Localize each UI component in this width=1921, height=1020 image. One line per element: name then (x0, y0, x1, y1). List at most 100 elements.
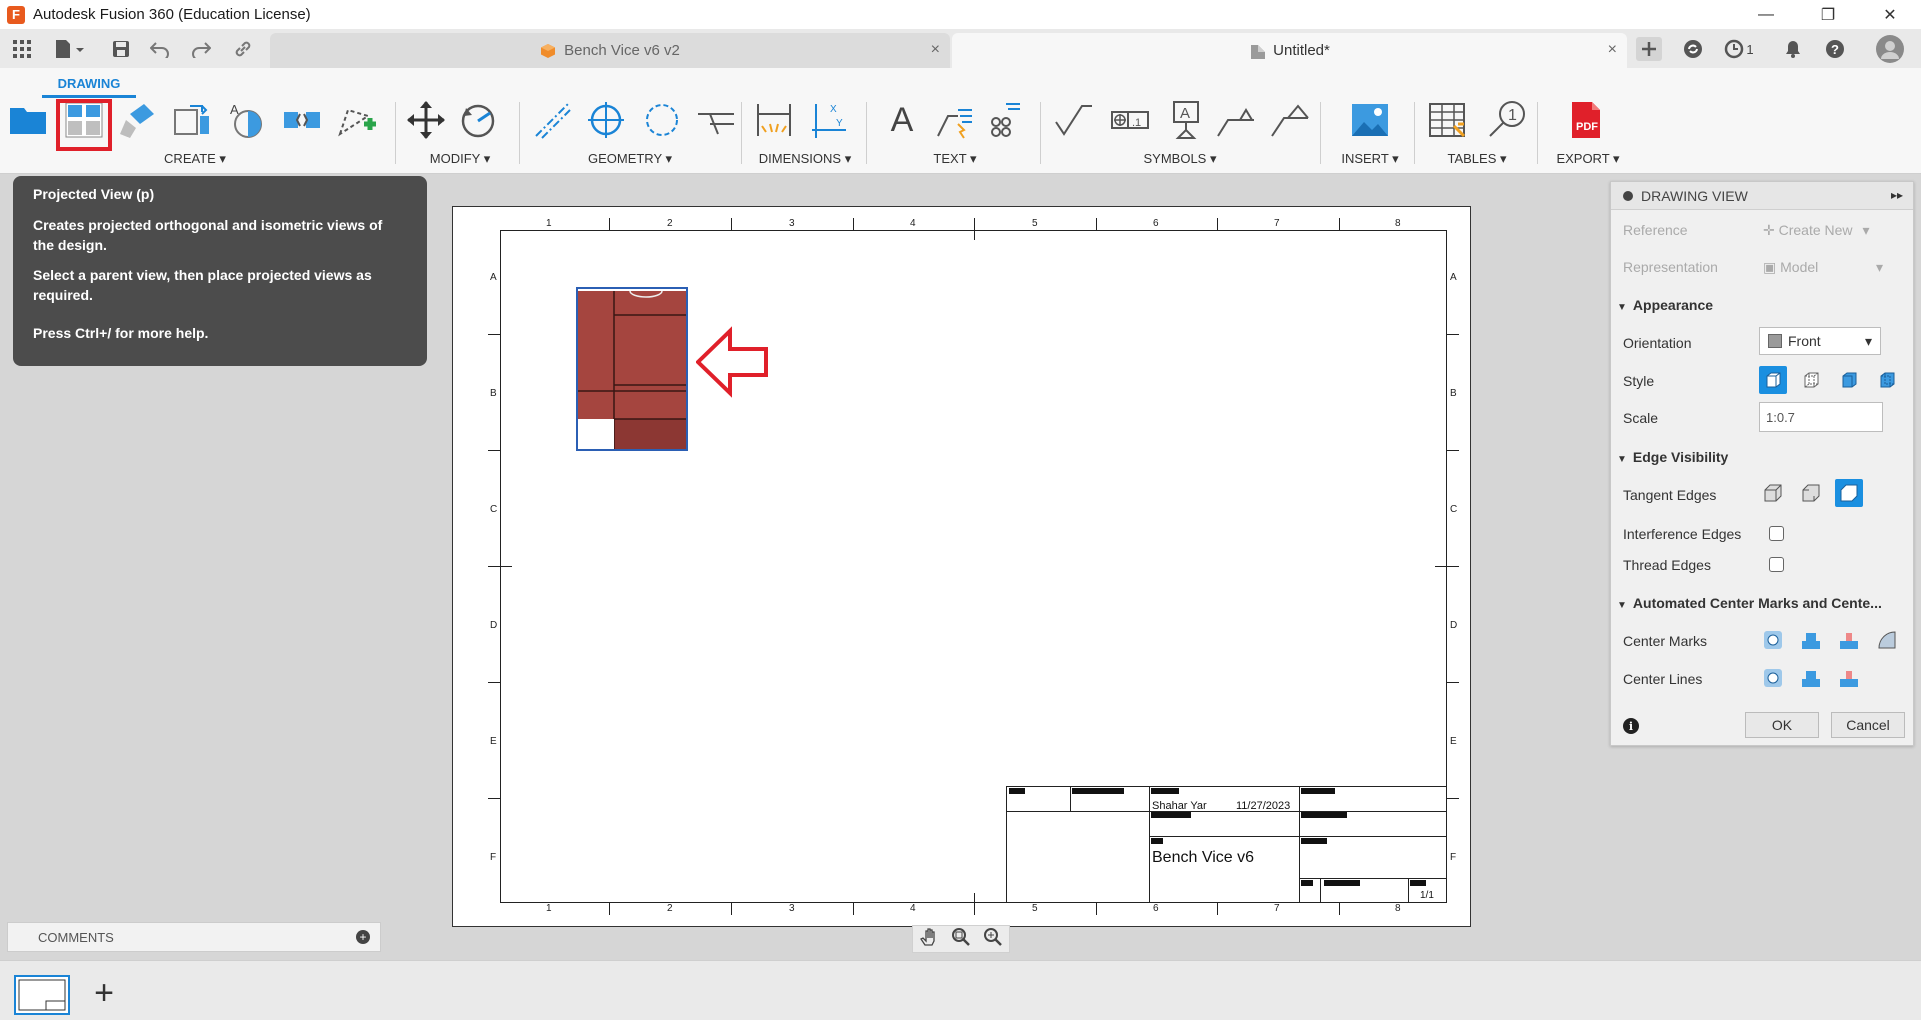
save-icon[interactable] (108, 36, 134, 62)
zone-row-label: E (490, 736, 497, 747)
dimension-tool-icon[interactable] (752, 98, 796, 142)
auxiliary-view-tool-icon[interactable] (114, 98, 158, 142)
datum-identifier-tool-icon[interactable]: A (1164, 98, 1208, 142)
move-tool-icon[interactable] (404, 98, 448, 142)
new-tab-icon[interactable] (1636, 37, 1662, 61)
leader-tool-icon[interactable] (932, 98, 976, 142)
design-cube-icon (540, 43, 556, 59)
center-lines-fillet-icon[interactable] (1835, 664, 1863, 692)
rotate-tool-icon[interactable] (456, 98, 500, 142)
ribbon-separator (1414, 102, 1415, 164)
style-shaded-hidden-icon[interactable] (1873, 366, 1901, 394)
minimize-button[interactable]: — (1735, 0, 1797, 29)
base-view-tool-icon[interactable] (6, 98, 50, 142)
ok-button[interactable]: OK (1745, 712, 1819, 738)
file-menu-icon[interactable] (50, 36, 90, 62)
text-tool-icon[interactable]: A (880, 98, 924, 142)
center-lines-hole-icon[interactable] (1759, 664, 1787, 692)
tab-close-icon[interactable]: × (931, 41, 940, 59)
tab-bench-vice[interactable]: Bench Vice v6 v2 × (270, 33, 950, 68)
tangent-shortened-icon[interactable] (1797, 479, 1825, 507)
surface-texture-tool-icon[interactable] (1052, 98, 1096, 142)
undo-icon[interactable] (147, 36, 173, 62)
zoom-fit-icon[interactable] (983, 927, 1003, 952)
close-window-button[interactable]: ✕ (1859, 0, 1921, 29)
panel-collapse-dot-icon[interactable] (1623, 190, 1633, 201)
export-pdf-tool-icon[interactable]: PDF (1564, 98, 1608, 142)
center-lines-cut-icon[interactable] (1797, 664, 1825, 692)
orientation-select[interactable]: Front ▾ (1759, 327, 1881, 355)
add-comment-icon[interactable]: + (356, 930, 370, 944)
reference-select[interactable]: ✛ Create New ▾ (1763, 222, 1870, 239)
panel-expand-icon[interactable]: ▸▸ (1891, 188, 1903, 202)
center-marks-arc-icon[interactable] (1873, 626, 1901, 654)
break-view-tool-icon[interactable] (280, 98, 324, 142)
ribbon-separator (1040, 102, 1041, 164)
datum-target-tool-icon[interactable] (1268, 98, 1312, 142)
group-create[interactable]: CREATE ▾ (150, 151, 240, 167)
balloon-tool-icon[interactable]: 1 (1484, 98, 1528, 142)
sync-icon[interactable] (1680, 37, 1706, 61)
svg-text:?: ? (1831, 42, 1839, 57)
style-label: Style (1623, 373, 1655, 389)
group-geometry[interactable]: GEOMETRY ▾ (560, 151, 700, 167)
interference-edges-checkbox[interactable] (1769, 526, 1784, 541)
section-view-tool-icon[interactable] (170, 98, 214, 142)
style-visible-edges-icon[interactable] (1759, 366, 1787, 394)
group-symbols[interactable]: SYMBOLS ▾ (1130, 151, 1230, 167)
info-icon[interactable]: i (1623, 718, 1639, 734)
center-marks-hole-icon[interactable] (1759, 626, 1787, 654)
user-avatar-icon[interactable] (1874, 33, 1906, 65)
tab-drawing[interactable]: DRAWING (42, 76, 136, 98)
center-mark-tool-icon[interactable] (584, 98, 628, 142)
appearance-section-header[interactable]: ▼ Appearance (1617, 297, 1713, 313)
comments-bar[interactable]: COMMENTS + (7, 922, 381, 952)
zone-col-label: 5 (1032, 903, 1038, 914)
cancel-button[interactable]: Cancel (1831, 712, 1905, 738)
detail-view-tool-icon[interactable]: A (222, 98, 266, 142)
group-dimensions[interactable]: DIMENSIONS ▾ (750, 151, 860, 167)
center-marks-section-header[interactable]: ▼ Automated Center Marks and Cente... (1617, 595, 1882, 611)
maximize-button[interactable]: ❐ (1797, 0, 1859, 29)
pan-hand-icon[interactable] (919, 927, 939, 952)
redo-icon[interactable] (188, 36, 214, 62)
sheet-thumbnail[interactable] (14, 975, 70, 1015)
centerline-tool-icon[interactable] (530, 98, 574, 142)
help-icon[interactable]: ? (1822, 37, 1848, 61)
group-tables[interactable]: TABLES ▾ (1432, 151, 1522, 167)
thread-edges-checkbox[interactable] (1769, 557, 1784, 572)
center-marks-cut-icon[interactable] (1797, 626, 1825, 654)
job-status-icon[interactable]: 1 (1722, 37, 1756, 61)
tangent-off-icon[interactable] (1835, 479, 1863, 507)
tangent-full-icon[interactable] (1759, 479, 1787, 507)
table-tool-icon[interactable] (1426, 98, 1470, 142)
representation-select[interactable]: ▣ Model ▾ (1763, 259, 1883, 276)
svg-text:.1: .1 (1132, 117, 1141, 129)
group-text[interactable]: TEXT ▾ (920, 151, 990, 167)
center-marks-fillet-icon[interactable] (1835, 626, 1863, 654)
ordinate-dimension-tool-icon[interactable]: XY (806, 98, 850, 142)
edge-visibility-section-header[interactable]: ▼ Edge Visibility (1617, 449, 1728, 465)
sketch-tool-icon[interactable] (334, 98, 378, 142)
scale-input[interactable]: 1:0.7 (1759, 402, 1883, 432)
insert-image-tool-icon[interactable] (1348, 98, 1392, 142)
feature-control-frame-tool-icon[interactable]: .1 (1108, 98, 1152, 142)
tab-close-icon[interactable]: × (1608, 41, 1617, 59)
style-shaded-icon[interactable] (1835, 366, 1863, 394)
balloon-table-tool-icon[interactable] (980, 98, 1024, 142)
zoom-window-icon[interactable] (951, 927, 971, 952)
add-sheet-icon[interactable]: + (86, 974, 122, 1012)
apps-grid-icon[interactable] (9, 36, 35, 62)
tooltip-instruction: Select a parent view, then place project… (33, 267, 372, 303)
edge-extension-tool-icon[interactable] (694, 98, 738, 142)
tab-untitled[interactable]: Untitled* × (952, 33, 1627, 68)
group-modify[interactable]: MODIFY ▾ (410, 151, 510, 167)
group-insert[interactable]: INSERT ▾ (1330, 151, 1410, 167)
weld-symbol-tool-icon[interactable] (1214, 98, 1258, 142)
group-export[interactable]: EXPORT ▾ (1548, 151, 1628, 167)
notification-bell-icon[interactable] (1780, 37, 1806, 61)
style-hidden-edges-icon[interactable] (1797, 366, 1825, 394)
center-mark-pattern-tool-icon[interactable] (640, 98, 684, 142)
base-view-part[interactable] (576, 287, 688, 451)
link-icon[interactable] (230, 36, 256, 62)
